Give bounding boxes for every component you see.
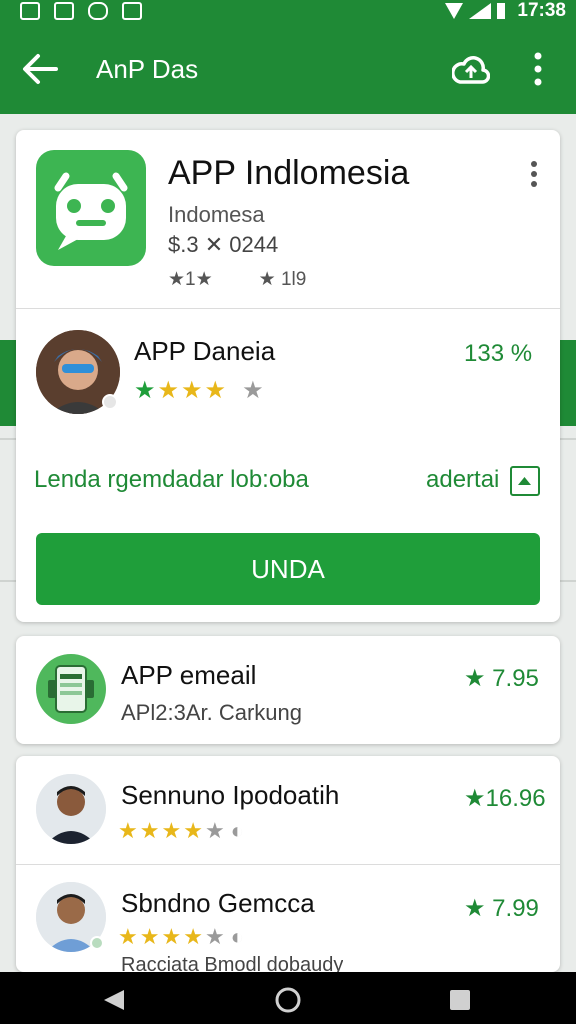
review-description: Lenda rgemdadar lob:oba <box>34 466 309 493</box>
divider <box>16 864 560 865</box>
star-icon: ★ <box>139 818 160 843</box>
app-icon[interactable] <box>36 150 146 266</box>
online-indicator <box>90 936 104 950</box>
image-icon <box>54 2 74 20</box>
app-rating-row: ★1★ ★ 1l9 <box>168 268 306 291</box>
back-nav-icon[interactable] <box>102 988 126 1012</box>
download-status-icon: ◐ <box>230 818 244 843</box>
star-icon: ★ <box>181 377 203 404</box>
system-nav-bar <box>0 972 576 1024</box>
star-icon: ★ <box>134 377 156 404</box>
divider <box>16 308 560 309</box>
more-options-icon[interactable] <box>532 52 544 86</box>
list-item-title: APP emeail <box>121 660 257 690</box>
status-bar: 17:38 <box>0 0 576 24</box>
star-icon: ★ <box>204 818 225 843</box>
online-indicator <box>102 394 118 410</box>
home-nav-icon[interactable] <box>274 986 302 1014</box>
reviewer-name: APP Daneia <box>134 336 276 366</box>
app-thumbnail <box>36 654 106 724</box>
avatar[interactable] <box>36 774 106 844</box>
app-detail-card: APP Indlomesia Indomesa $.3 ✕ 0244 ★1★ ★… <box>16 130 560 622</box>
open-details-icon[interactable] <box>510 466 540 496</box>
list-item-subtitle: APl2:3Ar. Carkung <box>121 700 302 725</box>
list-item-stars: ★ ★ ★ ★ ★ ◐ <box>118 818 244 844</box>
back-arrow-icon[interactable] <box>22 52 58 86</box>
list-item-title: Sennuno Ipodoatih <box>121 780 340 810</box>
star-icon: ★ <box>161 818 182 843</box>
user-photo <box>36 774 106 844</box>
card-menu-icon[interactable] <box>530 160 538 188</box>
list-item-price: ★ 7.99 <box>464 895 539 922</box>
app-name: APP Indlomesia <box>168 154 410 192</box>
list-item-stars: ★ ★ ★ ★ ★ ◐ <box>118 924 244 950</box>
clock: 17:38 <box>517 0 566 21</box>
app-publisher[interactable]: Indomesa <box>168 202 265 228</box>
rating-count: ★ 1l9 <box>258 269 307 290</box>
status-right: 17:38 <box>445 0 566 22</box>
star-icon: ★ <box>183 818 203 843</box>
star-icon: ★ <box>204 377 227 404</box>
review-percent: 133 % <box>464 340 533 367</box>
app-bar: AnP Das <box>0 24 576 114</box>
download-status-icon: ◐ <box>230 924 244 949</box>
star-icon: ★ <box>183 924 203 949</box>
star-icon: ★ <box>157 377 180 404</box>
app-price: $.3 ✕ 0244 <box>168 232 279 257</box>
message-icon <box>88 2 108 20</box>
star-icon: ★ <box>139 924 160 949</box>
app-list-item[interactable]: APP emeail APl2:3Ar. Carkung ★ 7.95 <box>16 636 560 744</box>
notification-icons <box>20 0 142 22</box>
app-bar-title: AnP Das <box>96 54 199 84</box>
half-star-icon: ★ <box>242 377 264 404</box>
download-icon <box>122 2 142 20</box>
rating-value: ★1★ <box>168 269 213 290</box>
share-cloud-icon[interactable] <box>452 50 490 88</box>
list-item-price: ★16.96 <box>464 785 546 812</box>
signal-icon <box>445 3 506 19</box>
robot-icon <box>54 172 128 250</box>
phone-app-icon <box>48 665 94 713</box>
details-link[interactable]: adertai <box>426 466 499 494</box>
review-stars: ★ ★ ★ ★ ★ <box>134 376 264 405</box>
install-button[interactable]: UNDA <box>36 533 540 605</box>
app-list: Sennuno Ipodoatih ★16.96 ★ ★ ★ ★ ★ ◐ Sbn… <box>16 756 560 972</box>
notification-icon <box>20 2 40 20</box>
list-item-price: ★ 7.95 <box>464 665 539 692</box>
recents-nav-icon[interactable] <box>448 988 472 1012</box>
star-icon: ★ <box>118 924 138 949</box>
star-icon: ★ <box>204 924 225 949</box>
star-icon: ★ <box>161 924 182 949</box>
list-item-subtitle: Racciata Bmodl dobaudy <box>121 954 344 972</box>
list-item-title: Sbndno Gemcca <box>121 888 315 918</box>
star-icon: ★ <box>118 818 138 843</box>
